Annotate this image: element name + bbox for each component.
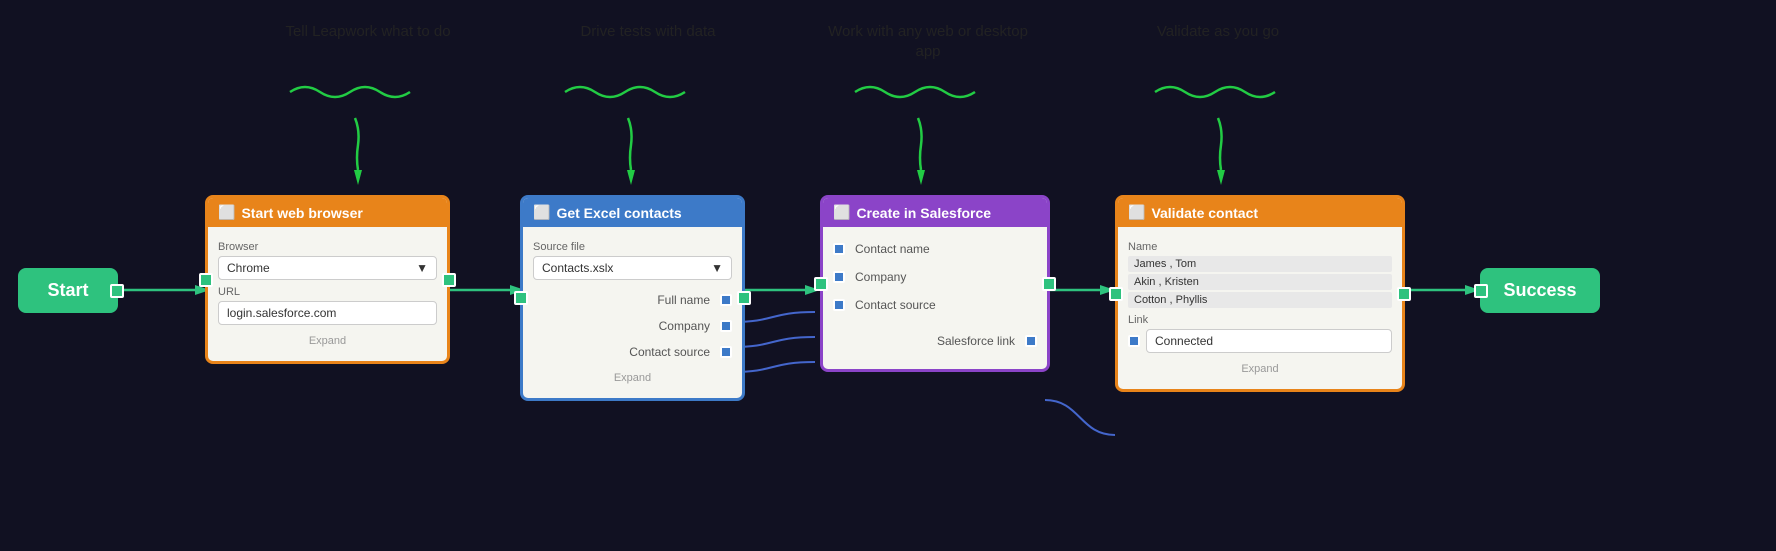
name-3-last: Phyllis [1176, 294, 1208, 306]
validate-link-label: Link [1128, 314, 1392, 326]
excel-source-port[interactable] [720, 346, 732, 358]
url-input[interactable]: login.salesforce.com [218, 301, 437, 325]
start-browser-input-port[interactable] [199, 273, 213, 287]
validate-output-port[interactable] [1397, 287, 1411, 301]
annotation-work-with: Work with any web or desktop app [828, 22, 1028, 61]
start-browser-output-port[interactable] [442, 273, 456, 287]
name-row-2: Akin , Kristen [1128, 274, 1392, 290]
excel-fullname-row: Full name [533, 290, 732, 310]
excel-company-label: Company [533, 319, 710, 333]
names-list: James , Tom Akin , Kristen Cotton , Phyl… [1128, 256, 1392, 308]
browser-select[interactable]: Chrome ▼ [218, 256, 437, 280]
get-excel-expand[interactable]: Expand [533, 366, 732, 390]
validate-body: Name James , Tom Akin , Kristen Cotton ,… [1118, 227, 1402, 389]
sf-contactname-port[interactable] [833, 243, 845, 255]
workflow-canvas: Tell Leapwork what to do Drive tests wit… [0, 0, 1776, 551]
annotation-drive-tests: Drive tests with data [558, 22, 738, 42]
source-label: Source file [533, 241, 732, 253]
source-select[interactable]: Contacts.xslx ▼ [533, 256, 732, 280]
sf-source-label: Contact source [855, 298, 936, 312]
success-node: Success [1480, 268, 1600, 313]
sf-company-port[interactable] [833, 271, 845, 283]
excel-contact-source-label: Contact source [533, 345, 710, 359]
excel-fullname-label: Full name [533, 293, 710, 307]
excel-fullname-port[interactable] [720, 294, 732, 306]
browser-label: Browser [218, 241, 437, 253]
validate-icon: ⬜ [1128, 204, 1145, 221]
name-row-1: James , Tom [1128, 256, 1392, 272]
validate-link-input-port[interactable] [1128, 335, 1140, 347]
excel-company-row: Company [533, 316, 732, 336]
get-excel-input-port[interactable] [514, 291, 528, 305]
sf-source-row: Contact source [833, 295, 1037, 315]
start-browser-expand[interactable]: Expand [218, 329, 437, 353]
create-salesforce-node: ⬜ Create in Salesforce Contact name Comp… [820, 195, 1050, 372]
start-browser-body: Browser Chrome ▼ URL login.salesforce.co… [208, 227, 447, 361]
get-excel-header: ⬜ Get Excel contacts [523, 198, 742, 227]
success-input-port[interactable] [1474, 284, 1488, 298]
chevron-down-icon2: ▼ [711, 261, 723, 275]
name-row-3: Cotton , Phyllis [1128, 292, 1392, 308]
name-1-last: Tom [1175, 258, 1196, 270]
start-browser-icon: ⬜ [218, 204, 235, 221]
get-excel-output-port[interactable] [737, 291, 751, 305]
validate-header: ⬜ Validate contact [1118, 198, 1402, 227]
create-sf-body: Contact name Company Contact source Sale… [823, 227, 1047, 369]
sf-contactname-label: Contact name [855, 242, 930, 256]
create-sf-output-port[interactable] [1042, 277, 1056, 291]
create-sf-header: ⬜ Create in Salesforce [823, 198, 1047, 227]
name-2-first: Akin [1134, 276, 1155, 288]
sf-company-row: Company [833, 267, 1037, 287]
sf-link-row: Salesforce link [833, 331, 1037, 351]
validate-expand[interactable]: Expand [1128, 357, 1392, 381]
excel-company-port[interactable] [720, 320, 732, 332]
validate-name-label: Name [1128, 241, 1392, 253]
name-2-last: Kristen [1165, 276, 1199, 288]
validate-contact-node: ⬜ Validate contact Name James , Tom Akin… [1115, 195, 1405, 392]
salesforce-icon: ⬜ [833, 204, 850, 221]
start-node: Start [18, 268, 118, 313]
annotation-validate: Validate as you go [1128, 22, 1308, 42]
start-label: Start [47, 280, 88, 301]
sf-link-label: Salesforce link [937, 334, 1015, 348]
url-label: URL [218, 286, 437, 298]
start-browser-header: ⬜ Start web browser [208, 198, 447, 227]
name-3-first: Cotton [1134, 294, 1166, 306]
get-excel-body: Source file Contacts.xslx ▼ Full name Co… [523, 227, 742, 398]
chevron-down-icon: ▼ [416, 261, 428, 275]
excel-source-row: Contact source [533, 342, 732, 362]
validate-link-value: Connected [1146, 329, 1392, 353]
success-label: Success [1503, 280, 1576, 301]
start-browser-node: ⬜ Start web browser Browser Chrome ▼ URL… [205, 195, 450, 364]
annotation-leapwork: Tell Leapwork what to do [268, 22, 468, 42]
sf-link-port[interactable] [1025, 335, 1037, 347]
sf-contactname-row: Contact name [833, 239, 1037, 259]
sf-source-port[interactable] [833, 299, 845, 311]
name-1-first: James [1134, 258, 1166, 270]
get-excel-node: ⬜ Get Excel contacts Source file Contact… [520, 195, 745, 401]
excel-icon: ⬜ [533, 204, 550, 221]
validate-input-port[interactable] [1109, 287, 1123, 301]
sf-company-label: Company [855, 270, 906, 284]
start-output-port[interactable] [110, 284, 124, 298]
create-sf-input-port[interactable] [814, 277, 828, 291]
